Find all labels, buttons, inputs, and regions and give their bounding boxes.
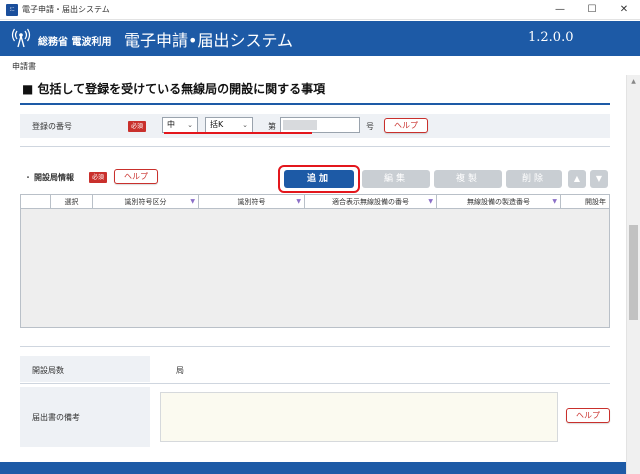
document-label: 申請書 <box>12 62 36 71</box>
column-header-equipment-number[interactable]: 適合表示無線設備の番号 ▼ <box>305 195 437 209</box>
add-button[interactable]: 追加 <box>284 170 354 188</box>
sort-icon: ▼ <box>296 198 301 205</box>
count-label: 開設局数 <box>32 366 64 375</box>
grid-row-header <box>21 195 51 209</box>
ministry-label: 総務省 電波利用 <box>38 37 112 48</box>
system-title: 電子申請•届出システム <box>124 31 293 50</box>
section-divider <box>20 103 610 105</box>
registration-help-button[interactable]: ヘルプ <box>384 118 428 133</box>
scroll-thumb[interactable] <box>629 225 638 320</box>
registration-select-2-value: 括K <box>210 120 224 129</box>
redacted-value <box>283 120 317 130</box>
column-header-serial-number[interactable]: 無線設備の製造番号 ▼ <box>437 195 561 209</box>
app-icon: ﾐﾆ <box>6 4 18 16</box>
remarks-help-button[interactable]: ヘルプ <box>566 408 610 423</box>
version-label: 1.2.0.0 <box>528 30 574 45</box>
window-titlebar: ﾐﾆ 電子申請・届出システム — ☐ ✕ <box>0 0 640 20</box>
edit-button[interactable]: 編集 <box>362 170 430 188</box>
grid-header: 選択 識別符号区分 ▼ 識別符号 ▼ 適合表示無線設備の番号 ▼ 無線設備の製造番号 ▼… <box>21 195 609 209</box>
stations-help-button[interactable]: ヘルプ <box>114 169 158 184</box>
registration-select-2[interactable]: 括K ⌄ <box>205 117 253 133</box>
row-divider <box>20 146 610 147</box>
window-title: 電子申請・届出システム <box>22 5 110 14</box>
chevron-down-icon: ⌄ <box>242 121 248 129</box>
column-header-select[interactable]: 選択 <box>51 195 93 209</box>
antenna-icon <box>11 28 31 48</box>
minimize-button[interactable]: — <box>544 0 576 20</box>
bullet: ・ <box>24 173 32 182</box>
copy-button[interactable]: 複製 <box>434 170 502 188</box>
registration-label: 登録の番号 <box>32 122 72 131</box>
move-up-button[interactable]: ▲ <box>568 170 586 188</box>
stations-label: 開設局情報 <box>34 173 74 182</box>
app-header: 総務省 電波利用 電子申請•届出システム 1.2.0.0 <box>0 21 640 56</box>
registration-select-1-value: 中 <box>167 120 175 129</box>
registration-number-input[interactable] <box>280 117 360 133</box>
required-badge: 必須 <box>128 121 147 132</box>
column-header-id[interactable]: 識別符号 ▼ <box>199 195 305 209</box>
registration-suffix: 号 <box>366 122 374 131</box>
required-badge: 必須 <box>89 172 108 183</box>
footer-bar <box>0 462 626 474</box>
sort-icon: ▼ <box>190 198 195 205</box>
remarks-label: 届出書の備考 <box>32 413 80 422</box>
registration-prefix: 第 <box>268 122 276 131</box>
column-header-id-type[interactable]: 識別符号区分 ▼ <box>93 195 199 209</box>
close-button[interactable]: ✕ <box>608 0 640 20</box>
section-heading: ■ 包括して登録を受けている無線局の開設に関する事項 <box>22 82 326 96</box>
row-divider <box>20 346 610 347</box>
stations-grid[interactable]: 選択 識別符号区分 ▼ 識別符号 ▼ 適合表示無線設備の番号 ▼ 無線設備の製造番号 ▼… <box>20 194 610 328</box>
sort-icon: ▼ <box>428 198 433 205</box>
row-divider <box>20 383 610 384</box>
move-down-button[interactable]: ▼ <box>590 170 608 188</box>
vertical-scrollbar[interactable]: ▲ <box>626 75 640 474</box>
delete-button[interactable]: 削除 <box>506 170 562 188</box>
chevron-down-icon: ⌄ <box>187 121 193 129</box>
remarks-textarea[interactable] <box>160 392 558 442</box>
highlight-underline <box>164 132 312 134</box>
column-header-open-year[interactable]: 開設年 <box>561 195 609 209</box>
sort-icon: ▼ <box>552 198 557 205</box>
registration-select-1[interactable]: 中 ⌄ <box>162 117 198 133</box>
scroll-up-icon[interactable]: ▲ <box>627 77 640 87</box>
count-unit: 局 <box>176 366 184 375</box>
maximize-button[interactable]: ☐ <box>576 0 608 20</box>
